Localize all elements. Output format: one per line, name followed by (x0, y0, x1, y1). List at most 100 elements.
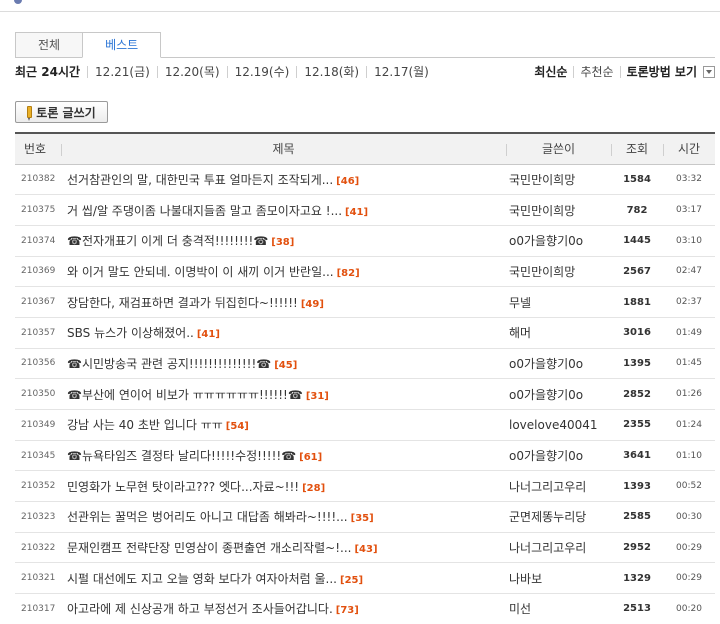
post-time: 00:20 (663, 593, 715, 624)
board-tabs: 전체 베스트 (15, 32, 162, 58)
comment-count[interactable]: [28] (302, 483, 325, 494)
post-time: 01:49 (663, 317, 715, 349)
comment-count[interactable]: [41] (345, 207, 368, 218)
top-header (0, 0, 720, 12)
period-24h[interactable]: 최근 24시간 (15, 66, 87, 78)
post-time: 00:29 (663, 562, 715, 595)
post-views: 2952 (611, 532, 663, 564)
post-time: 03:32 (663, 164, 715, 196)
post-author[interactable]: 국민만이희망 (506, 164, 611, 196)
column-author: 글쓴이 (506, 132, 611, 165)
period-1220[interactable]: 12.20(목) (156, 66, 227, 78)
post-title-link[interactable]: 거 씹/알 주댕이좀 나불대지들좀 말고 좀모이자고요 !... (67, 204, 342, 218)
comment-count[interactable]: [54] (226, 421, 249, 432)
period-1219[interactable]: 12.19(수) (226, 66, 297, 78)
post-title-cell: ☎전자개표기 이게 더 충격적!!!!!!!!☎ [38] (61, 225, 506, 257)
post-author[interactable]: o0가을향기0o (506, 225, 611, 257)
post-title-link[interactable]: 선거참관인의 말, 대한민국 투표 얼마든지 조작되게... (67, 173, 333, 187)
table-row: 210357 SBS 뉴스가 이상해졌어.. [41] 해머 3016 01:49 (15, 317, 715, 349)
table-row: 210323 선관위는 꿀먹은 벙어리도 아니고 대답좀 해봐라~!!!!...[… (15, 501, 715, 533)
write-discussion-button[interactable]: 토론 글쓰기 (15, 101, 108, 123)
post-author[interactable]: 나너그리고우리 (506, 532, 611, 564)
post-author[interactable]: 나바보 (506, 562, 611, 595)
pencil-icon (27, 106, 33, 121)
post-number: 210367 (15, 286, 61, 318)
post-views: 1395 (611, 348, 663, 380)
column-title: 제목 (61, 132, 506, 165)
post-title-link[interactable]: ☎전자개표기 이게 더 충격적!!!!!!!!☎ (67, 234, 268, 248)
post-author[interactable]: 무넬 (506, 286, 611, 318)
post-author[interactable]: o0가을향기0o (506, 348, 611, 380)
tab-all[interactable]: 전체 (15, 32, 84, 58)
comment-count[interactable]: [45] (274, 360, 297, 371)
post-title-link[interactable]: 강남 사는 40 초반 입니다 ㅠㅠ (67, 418, 223, 432)
table-row: 210352 민영화가 노무현 탓이라고??? 엣다...자료~!!! [28] 나너… (15, 470, 715, 503)
post-views: 3641 (611, 440, 663, 472)
table-row: 210317 아고라에 제 신상공개 하고 부정선거 조사들어갑니다. [73] 미선… (15, 593, 715, 624)
table-row: 210382 선거참관인의 말, 대한민국 투표 얼마든지 조작되게... [46]… (15, 164, 715, 196)
post-time: 01:24 (663, 409, 715, 441)
post-title-link[interactable]: 아고라에 제 신상공개 하고 부정선거 조사들어갑니다. (67, 602, 333, 616)
period-1221[interactable]: 12.21(금) (87, 66, 157, 78)
post-title-link[interactable]: 선관위는 꿀먹은 벙어리도 아니고 대답좀 해봐라~!!!!... (67, 510, 348, 524)
post-number: 210317 (15, 593, 61, 624)
post-title-link[interactable]: 장담한다, 재검표하면 결과가 뒤집힌다~!!!!!! (67, 296, 298, 310)
post-title-link[interactable]: ☎시민방송국 관련 공지!!!!!!!!!!!!!!☎ (67, 357, 271, 371)
post-title-cell: SBS 뉴스가 이상해졌어.. [41] (61, 317, 506, 349)
post-author[interactable]: 나너그리고우리 (506, 470, 611, 503)
post-number: 210369 (15, 256, 61, 288)
comment-count[interactable]: [31] (306, 391, 329, 402)
post-time: 03:17 (663, 194, 715, 226)
post-title-link[interactable]: ☎뉴욕타임즈 결정타 날리다!!!!!수정!!!!!☎ (67, 449, 296, 463)
table-row: 210349 강남 사는 40 초반 입니다 ㅠㅠ [54] lovelove4004… (15, 409, 715, 441)
post-author[interactable]: 해머 (506, 317, 611, 349)
header-logo-icon (14, 0, 22, 4)
post-time: 01:10 (663, 440, 715, 472)
post-title-link[interactable]: ☎부산에 연이어 비보가 ㅠㅠㅠㅠㅠㅠ!!!!!!☎ (67, 388, 303, 402)
post-title-cell: 문재인캠프 전략단장 민영삼이 종편출연 개소리작렬~!... [43] (61, 532, 506, 564)
comment-count[interactable]: [46] (336, 176, 359, 187)
post-author[interactable]: lovelove40041 (506, 409, 611, 441)
post-title-link[interactable]: SBS 뉴스가 이상해졌어.. (67, 326, 194, 340)
period-1217[interactable]: 12.17(월) (366, 66, 436, 78)
comment-count[interactable]: [43] (354, 544, 377, 555)
post-author[interactable]: 국민만이희망 (506, 256, 611, 288)
comment-count[interactable]: [82] (337, 268, 360, 279)
tab-best[interactable]: 베스트 (82, 32, 162, 58)
comment-count[interactable]: [41] (197, 329, 220, 340)
comment-count[interactable]: [35] (351, 513, 374, 524)
chevron-down-icon[interactable] (703, 66, 715, 78)
post-title-link[interactable]: 와 이거 말도 안되네. 이명박이 이 새끼 이거 반란일... (67, 265, 334, 279)
table-row: 210356 ☎시민방송국 관련 공지!!!!!!!!!!!!!!☎ [45] o0가… (15, 348, 715, 380)
column-views: 조회 (611, 132, 663, 165)
period-1218[interactable]: 12.18(화) (296, 66, 366, 78)
post-title-cell: ☎뉴욕타임즈 결정타 날리다!!!!!수정!!!!!☎ [61] (61, 440, 506, 472)
post-author[interactable]: 국민만이희망 (506, 194, 611, 226)
post-title-cell: 거 씹/알 주댕이좀 나불대지들좀 말고 좀모이자고요 !... [41] (61, 194, 506, 226)
post-number: 210352 (15, 470, 61, 503)
comment-count[interactable]: [49] (301, 299, 324, 310)
column-no: 번호 (15, 132, 61, 165)
table-row: 210375 거 씹/알 주댕이좀 나불대지들좀 말고 좀모이자고요 !... [4… (15, 194, 715, 226)
post-number: 210322 (15, 532, 61, 564)
post-author[interactable]: o0가을향기0o (506, 440, 611, 472)
comment-count[interactable]: [25] (340, 575, 363, 586)
view-mode-select[interactable]: 토론방법 보기 (619, 66, 701, 78)
post-number: 210350 (15, 378, 61, 410)
comment-count[interactable]: [73] (336, 605, 359, 616)
post-title-cell: 시펄 대선에도 지고 오늘 영화 보다가 여자아처럼 울... [25] (61, 562, 506, 595)
post-title-link[interactable]: 시펄 대선에도 지고 오늘 영화 보다가 여자아처럼 울... (67, 572, 337, 586)
table-row: 210369 와 이거 말도 안되네. 이명박이 이 새끼 이거 반란일... [8… (15, 256, 715, 288)
sort-recommend[interactable]: 추천순 (573, 66, 619, 78)
comment-count[interactable]: [61] (299, 452, 322, 463)
post-author[interactable]: o0가을향기0o (506, 378, 611, 410)
post-author[interactable]: 미선 (506, 593, 611, 624)
post-time: 00:30 (663, 501, 715, 533)
post-number: 210345 (15, 440, 61, 472)
post-title-link[interactable]: 민영화가 노무현 탓이라고??? 엣다...자료~!!! (67, 480, 299, 494)
sort-latest[interactable]: 최신순 (528, 66, 573, 78)
discussion-table: 번호 제목 글쓴이 조회 시간 210382 선거참관인의 말, 대한민국 투표 … (15, 132, 715, 624)
post-author[interactable]: 군면제똥누리당 (506, 501, 611, 533)
post-title-link[interactable]: 문재인캠프 전략단장 민영삼이 종편출연 개소리작렬~!... (67, 541, 351, 555)
comment-count[interactable]: [38] (271, 237, 294, 248)
